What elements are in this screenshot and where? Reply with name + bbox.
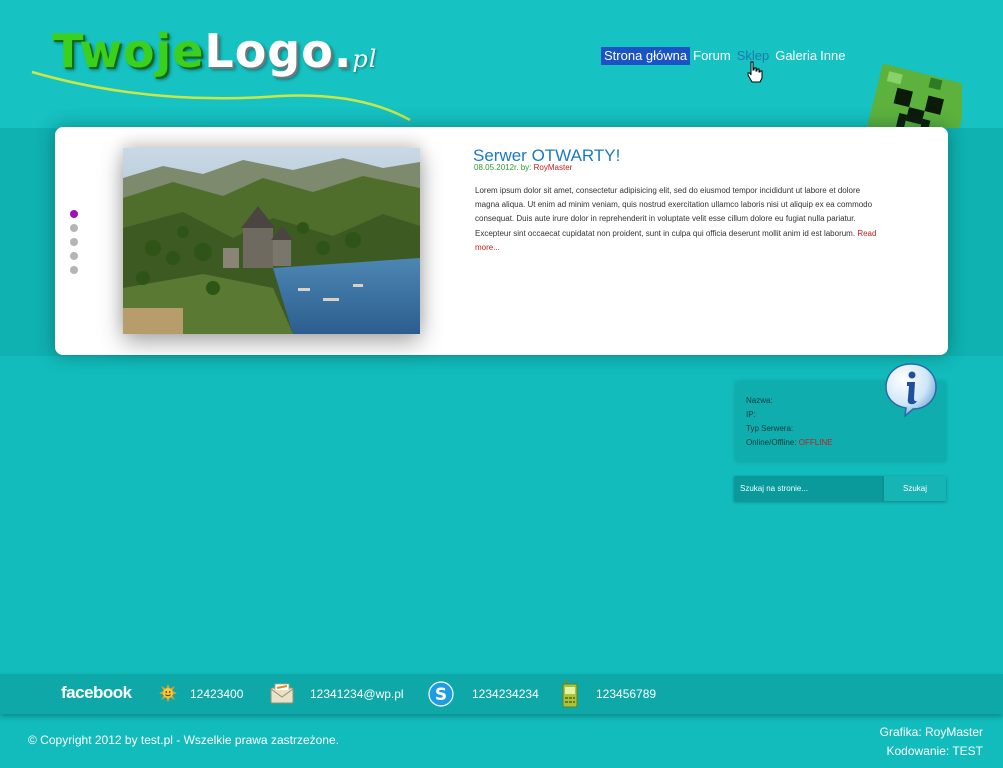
server-status-label: Online/Offline: <box>746 438 797 447</box>
slide-meta: 08.05.2012r. by: RoyMaster <box>474 163 572 172</box>
slide-body-text: Lorem ipsum dolor sit amet, consectetur … <box>475 186 873 238</box>
logo-suffix: pl <box>352 45 378 73</box>
copyright-text: © Copyright 2012 by test.pl - Wszelkie p… <box>28 733 339 747</box>
server-status-row: Online/Offline: OFFLINE <box>746 436 833 450</box>
search-input[interactable] <box>734 476 882 501</box>
slide-author[interactable]: RoyMaster <box>534 163 573 172</box>
nav-item-other[interactable]: Inne <box>820 47 848 65</box>
slider-dots <box>70 210 78 280</box>
hand-cursor-icon <box>747 61 763 83</box>
facebook-link[interactable]: facebook <box>61 683 132 703</box>
slider-dot-4[interactable] <box>70 252 78 260</box>
site-logo[interactable]: TwojeLogo.pl <box>30 24 420 122</box>
coding-credit: Kodowanie: TEST <box>886 744 984 758</box>
skype-id[interactable]: 1234234234 <box>472 687 539 701</box>
slide-body: Lorem ipsum dolor sit amet, consectetur … <box>475 184 885 255</box>
credits: Grafika: RoyMaster Kodowanie: TEST <box>880 723 983 761</box>
svg-text:S: S <box>435 685 447 705</box>
news-slider: Serwer OTWARTY! 08.05.2012r. by: RoyMast… <box>55 127 948 355</box>
nav-item-home[interactable]: Strona główna <box>601 47 691 65</box>
email-envelope-icon <box>270 683 294 704</box>
logo-text: TwojeLogo.pl <box>52 24 377 78</box>
info-bubble-icon <box>885 363 937 417</box>
slider-dot-5[interactable] <box>70 266 78 274</box>
server-type-label: Typ Serwera: <box>746 424 794 433</box>
slide-date: 08.05.2012r. by: <box>474 163 532 172</box>
mobile-phone-icon <box>562 680 578 708</box>
graphics-credit: Grafika: RoyMaster <box>879 725 983 739</box>
nav-item-forum[interactable]: Forum <box>690 47 734 65</box>
server-name-label: Nazwa: <box>746 396 773 405</box>
email-address[interactable]: 12341234@wp.pl <box>310 687 404 701</box>
main-nav: Strona główna Forum Sklep Galeria Inne <box>601 47 848 65</box>
gg-number: 12423400 <box>190 687 244 701</box>
logo-dot: . <box>333 24 353 78</box>
gadu-gadu-icon <box>159 684 177 702</box>
slider-dot-3[interactable] <box>70 238 78 246</box>
server-ip-label: IP: <box>746 410 756 419</box>
skype-icon: S <box>428 681 454 707</box>
slider-dot-1[interactable] <box>70 210 78 218</box>
server-info-rows: Nazwa: IP: Typ Serwera: Online/Offline: … <box>746 394 833 450</box>
nav-item-gallery[interactable]: Galeria <box>772 47 820 65</box>
search-button[interactable]: Szukaj <box>882 476 946 501</box>
server-status-value: OFFLINE <box>798 438 833 447</box>
creeper-head-decoration <box>862 62 962 128</box>
logo-part1: Twoje <box>52 24 205 78</box>
phone-number: 123456789 <box>596 687 657 701</box>
slide-image[interactable] <box>123 148 420 334</box>
logo-part2: Logo <box>204 24 334 78</box>
slider-dot-2[interactable] <box>70 224 78 232</box>
site-search: Szukaj <box>734 476 946 501</box>
